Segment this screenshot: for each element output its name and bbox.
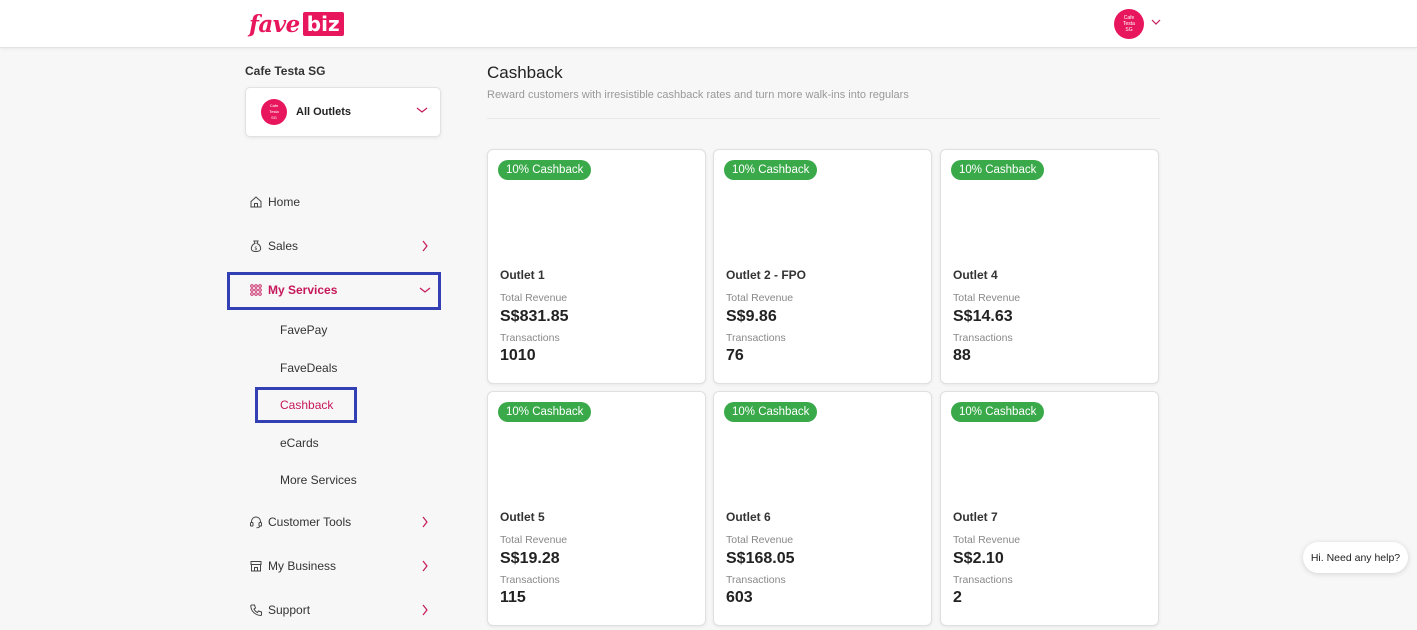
- outlet-name: Outlet 4: [953, 268, 998, 282]
- outlet-card[interactable]: 10% Cashback Outlet 4 Total Revenue S$14…: [940, 149, 1159, 384]
- cashback-badge: 10% Cashback: [498, 160, 592, 180]
- sidebar-subitem-ecards[interactable]: eCards: [280, 436, 319, 450]
- page-subtitle: Reward customers with irresistible cashb…: [487, 89, 909, 101]
- transactions-value: 1010: [500, 347, 536, 364]
- store-icon: [250, 561, 262, 572]
- outlet-name: Outlet 7: [953, 510, 998, 524]
- outlet-selector[interactable]: Cafe Testa SG All Outlets: [245, 87, 441, 137]
- logo-text-biz: biz: [302, 12, 344, 36]
- sidebar-item-support[interactable]: Support: [249, 600, 429, 620]
- outlet-avatar: Cafe Testa SG: [261, 99, 287, 125]
- revenue-label: Total Revenue: [726, 292, 794, 304]
- cashback-badge: 10% Cashback: [498, 402, 592, 422]
- transactions-label: Transactions: [500, 332, 560, 344]
- revenue-label: Total Revenue: [953, 292, 1021, 304]
- revenue-value: S$9.86: [726, 308, 777, 325]
- divider: [487, 118, 1160, 119]
- revenue-value: S$2.10: [953, 550, 1004, 567]
- money-bag-icon: $: [250, 240, 262, 253]
- chevron-right-icon: [422, 604, 428, 616]
- outlet-name: Outlet 1: [500, 268, 545, 282]
- sidebar-item-label: Support: [268, 603, 311, 617]
- user-avatar[interactable]: Cafe Testa SG: [1114, 9, 1144, 39]
- outlet-name: Outlet 6: [726, 510, 771, 524]
- revenue-label: Total Revenue: [500, 292, 568, 304]
- phone-icon: [250, 604, 262, 617]
- transactions-value: 603: [726, 589, 753, 606]
- revenue-value: S$14.63: [953, 308, 1013, 325]
- sidebar-subitem-favedeals[interactable]: FaveDeals: [280, 361, 337, 375]
- transactions-label: Transactions: [726, 574, 786, 586]
- transactions-value: 88: [953, 347, 971, 364]
- store-name: Cafe Testa SG: [245, 64, 326, 78]
- chevron-down-icon[interactable]: [1151, 18, 1161, 26]
- chevron-down-icon: [416, 107, 428, 113]
- home-icon: [250, 196, 262, 208]
- transactions-label: Transactions: [953, 574, 1013, 586]
- sidebar-item-home[interactable]: Home: [249, 192, 429, 212]
- transactions-label: Transactions: [500, 574, 560, 586]
- transactions-value: 2: [953, 589, 962, 606]
- transactions-label: Transactions: [953, 332, 1013, 344]
- cashback-badge: 10% Cashback: [951, 160, 1045, 180]
- transactions-value: 115: [500, 589, 526, 606]
- help-chat-label: Hi. Need any help?: [1310, 551, 1401, 564]
- chevron-right-icon: [422, 516, 428, 528]
- avatar-line: SG: [271, 115, 277, 120]
- sidebar-item-label: Sales: [268, 239, 299, 253]
- sidebar-item-my-services[interactable]: My Services: [249, 280, 431, 300]
- logo-text-fave: fave: [249, 10, 300, 38]
- sidebar-subitem-favepay[interactable]: FavePay: [280, 323, 327, 337]
- sidebar-item-my-business[interactable]: My Business: [249, 556, 429, 576]
- fave-biz-logo[interactable]: fave biz: [249, 10, 344, 38]
- grid-icon: [250, 284, 262, 296]
- sidebar-item-label: Customer Tools: [268, 515, 352, 529]
- sidebar-item-label: My Business: [268, 559, 337, 573]
- chevron-right-icon: [422, 240, 428, 252]
- sidebar-item-customer-tools[interactable]: Customer Tools: [249, 512, 429, 532]
- headset-icon: [250, 516, 262, 529]
- cashback-badge: 10% Cashback: [724, 402, 818, 422]
- revenue-label: Total Revenue: [726, 534, 794, 546]
- sidebar-item-label: My Services: [268, 283, 338, 297]
- top-bar: fave biz Cafe Testa SG: [0, 0, 1417, 48]
- avatar-line: SG: [1125, 27, 1133, 33]
- outlet-selector-label: All Outlets: [296, 106, 352, 118]
- outlet-card[interactable]: 10% Cashback Outlet 5 Total Revenue S$19…: [487, 391, 706, 626]
- sidebar-item-label: Home: [268, 195, 301, 209]
- page-title: Cashback: [487, 63, 563, 82]
- cashback-badge: 10% Cashback: [951, 402, 1045, 422]
- revenue-value: S$168.05: [726, 550, 795, 567]
- svg-text:$: $: [254, 246, 257, 252]
- chevron-right-icon: [422, 560, 428, 572]
- transactions-label: Transactions: [726, 332, 786, 344]
- revenue-label: Total Revenue: [953, 534, 1021, 546]
- sidebar-item-sales[interactable]: $ Sales: [249, 236, 429, 256]
- sidebar-subitem-cashback[interactable]: Cashback: [280, 398, 333, 412]
- outlet-name: Outlet 5: [500, 510, 545, 524]
- revenue-label: Total Revenue: [500, 534, 568, 546]
- chevron-down-icon: [419, 287, 431, 293]
- transactions-value: 76: [726, 347, 744, 364]
- cashback-badge: 10% Cashback: [724, 160, 818, 180]
- outlet-card[interactable]: 10% Cashback Outlet 7 Total Revenue S$2.…: [940, 391, 1159, 626]
- revenue-value: S$19.28: [500, 550, 560, 567]
- revenue-value: S$831.85: [500, 308, 569, 325]
- help-chat-bubble[interactable]: Hi. Need any help?: [1303, 542, 1408, 573]
- sidebar-subitem-more-services[interactable]: More Services: [280, 473, 357, 487]
- outlet-card[interactable]: 10% Cashback Outlet 1 Total Revenue S$83…: [487, 149, 706, 384]
- outlet-name: Outlet 2 - FPO: [726, 268, 807, 282]
- outlet-card[interactable]: 10% Cashback Outlet 6 Total Revenue S$16…: [713, 391, 932, 626]
- outlet-card[interactable]: 10% Cashback Outlet 2 - FPO Total Revenu…: [713, 149, 932, 384]
